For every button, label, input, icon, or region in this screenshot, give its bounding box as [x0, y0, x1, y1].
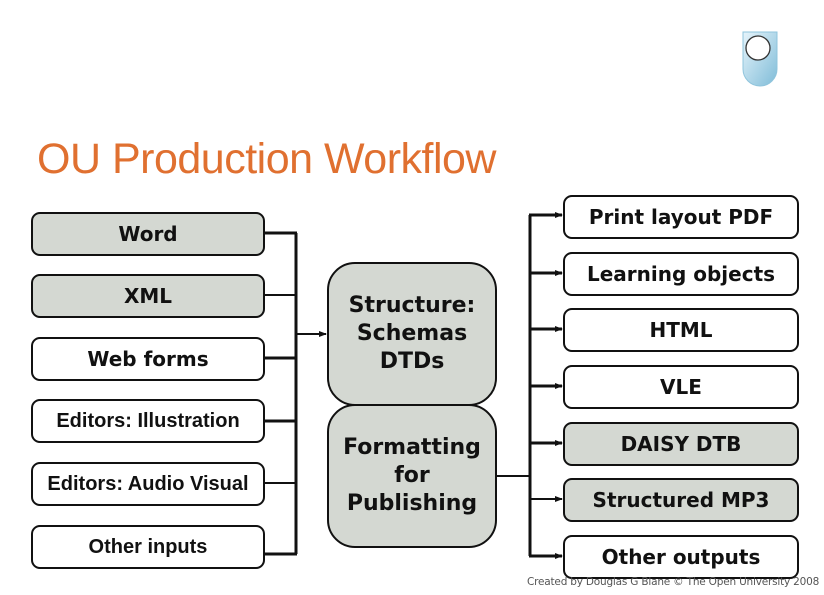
output-label: DAISY DTB: [620, 432, 742, 456]
output-label: Print layout PDF: [588, 205, 774, 229]
process-formatting: Formatting for Publishing: [327, 404, 497, 548]
input-editors-audio-visual: Editors: Audio Visual: [31, 462, 265, 506]
input-label: Other inputs: [88, 535, 208, 558]
input-label: Web forms: [87, 347, 209, 371]
credit-text: Created by Douglas G Blane © The Open Un…: [527, 576, 820, 588]
input-label: Editors: Audio Visual: [47, 472, 249, 495]
input-label: XML: [123, 284, 173, 308]
output-structured-mp3: Structured MP3: [563, 478, 799, 522]
process-label-line: Publishing: [346, 491, 478, 516]
output-other: Other outputs: [563, 535, 799, 579]
output-label: Learning objects: [586, 262, 776, 286]
output-label: VLE: [660, 375, 702, 399]
input-label: Word: [118, 222, 178, 246]
process-label-line: Formatting: [343, 435, 481, 460]
output-html: HTML: [563, 308, 799, 352]
input-word: Word: [31, 212, 265, 256]
input-other: Other inputs: [31, 525, 265, 569]
output-learning-objects: Learning objects: [563, 252, 799, 296]
process-structure: Structure: Schemas DTDs: [327, 262, 497, 406]
output-label: HTML: [649, 318, 713, 342]
output-daisy-dtb: DAISY DTB: [563, 422, 799, 466]
output-vle: VLE: [563, 365, 799, 409]
output-print-layout-pdf: Print layout PDF: [563, 195, 799, 239]
output-label: Other outputs: [601, 545, 761, 569]
process-label-line: Structure:: [348, 293, 476, 318]
input-editors-illustration: Editors: Illustration: [31, 399, 265, 443]
input-web-forms: Web forms: [31, 337, 265, 381]
process-label-line: DTDs: [379, 349, 445, 374]
input-label: Editors: Illustration: [56, 409, 240, 432]
process-label-line: for: [394, 463, 430, 488]
process-label-line: Schemas: [356, 321, 468, 346]
input-xml: XML: [31, 274, 265, 318]
output-label: Structured MP3: [592, 488, 770, 512]
